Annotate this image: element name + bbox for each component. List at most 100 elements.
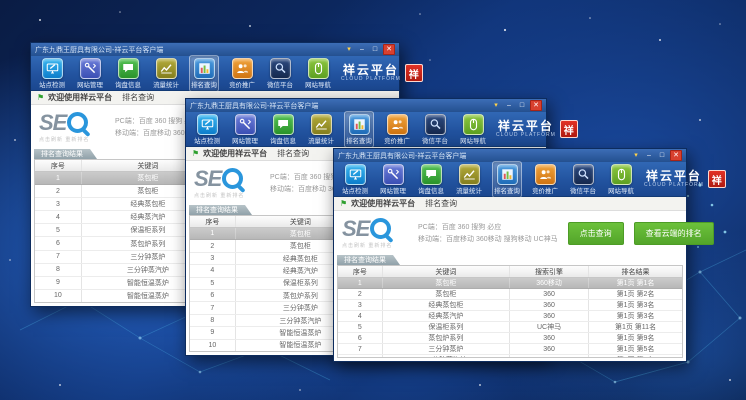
toolbar-item-site-nav[interactable]: 网站导航 bbox=[303, 55, 333, 92]
table-cell-engine: 360移动 bbox=[510, 278, 589, 288]
results-tab[interactable]: 排名查询结果 bbox=[189, 205, 252, 215]
people-icon bbox=[535, 164, 556, 185]
results-tab[interactable]: 排名查询结果 bbox=[34, 149, 97, 159]
skin-button[interactable]: ▾ bbox=[344, 45, 354, 54]
toolbar-item-traffic[interactable]: 流量统计 bbox=[151, 55, 181, 92]
table-row[interactable]: 4经典蒸汽炉360第1页 第3名 bbox=[338, 311, 682, 322]
table-row[interactable]: 1蒸包柜360移动第1页 第1名 bbox=[338, 278, 682, 289]
table-row[interactable]: 7三分钟蒸炉360第1页 第5名 bbox=[338, 344, 682, 355]
maximize-button[interactable]: □ bbox=[657, 151, 667, 160]
seo-logo: SE 点击刷新 重新排名 bbox=[342, 218, 408, 249]
table-row[interactable]: 3经典蒸包柜360第1页 第3名 bbox=[338, 300, 682, 311]
table-cell-index: 7 bbox=[190, 302, 236, 313]
toolbar-item-inquiry[interactable]: 询盘信息 bbox=[416, 161, 446, 198]
results-tab[interactable]: 排名查询结果 bbox=[337, 255, 400, 265]
welcome-bar: ⚑ 欢迎使用祥云平台 排名查询 bbox=[334, 197, 686, 211]
table-cell-keyword: 保温柜系列 bbox=[383, 322, 510, 332]
welcome-text: 欢迎使用祥云平台 bbox=[203, 148, 267, 159]
seo-tagline: 点击刷新 重新排名 bbox=[342, 242, 392, 249]
toolbar-item-rank-query[interactable]: 排名查询 bbox=[492, 161, 522, 198]
skin-button[interactable]: ▾ bbox=[491, 101, 501, 110]
toolbar-item-site-manage[interactable]: 网站管理 bbox=[75, 55, 105, 92]
table-row[interactable]: 5保温柜系列UC神马第1页 第11名 bbox=[338, 322, 682, 333]
table-row[interactable]: 6蒸包炉系列360第1页 第9名 bbox=[338, 333, 682, 344]
toolbar-item-traffic[interactable]: 流量统计 bbox=[454, 161, 484, 198]
table-cell-engine: 360 bbox=[510, 289, 589, 299]
skin-button[interactable]: ▾ bbox=[631, 151, 641, 160]
close-button[interactable]: ✕ bbox=[670, 150, 682, 161]
table-cell-index: 2 bbox=[190, 240, 236, 251]
toolbar-item-wechat-platform[interactable]: 微信平台 bbox=[265, 55, 295, 92]
bar-chart-icon bbox=[194, 58, 215, 79]
window-controls: ▾ – □ ✕ bbox=[344, 44, 395, 55]
brand-seal-icon: 祥 bbox=[560, 120, 578, 138]
chat-bubble-icon bbox=[421, 164, 442, 185]
toolbar-item-traffic[interactable]: 流量统计 bbox=[306, 111, 336, 148]
table-cell-index: 1 bbox=[35, 172, 82, 184]
brand-logo: 祥云平台 CLOUD PLATFORM 祥 bbox=[496, 120, 580, 138]
toolbar-item-label: 网站导航 bbox=[608, 186, 634, 195]
seo-logo-text: SE bbox=[194, 168, 221, 190]
minimize-button[interactable]: – bbox=[644, 151, 654, 160]
table-cell-keyword: 经典蒸包柜 bbox=[383, 300, 510, 310]
minimize-button[interactable]: – bbox=[357, 45, 367, 54]
bar-chart-icon bbox=[349, 114, 370, 135]
toolbar-item-label: 排名查询 bbox=[494, 186, 520, 195]
header-cell-index: 序号 bbox=[190, 216, 236, 227]
maximize-button[interactable]: □ bbox=[370, 45, 380, 54]
table-row[interactable]: 8三分钟蒸汽炉360第1页 第2名 bbox=[338, 355, 682, 358]
toolbar-item-inquiry[interactable]: 询盘信息 bbox=[113, 55, 143, 92]
toolbar-item-label: 网站导航 bbox=[305, 80, 331, 89]
table-cell-keyword: 三分钟蒸炉 bbox=[383, 344, 510, 354]
maximize-button[interactable]: □ bbox=[517, 101, 527, 110]
toolbar-item-label: 询盘信息 bbox=[270, 136, 296, 145]
table-cell-index: 5 bbox=[35, 224, 82, 236]
table-cell-keyword: 蒸包柜 bbox=[383, 278, 510, 288]
toolbar-item-wechat-platform[interactable]: 微信平台 bbox=[568, 161, 598, 198]
close-button[interactable]: ✕ bbox=[383, 44, 395, 55]
brand-seal-icon: 祥 bbox=[708, 170, 726, 188]
toolbar-item-site-check[interactable]: 站点检测 bbox=[340, 161, 370, 198]
table-cell-rank: 第1页 第2名 bbox=[589, 355, 682, 358]
window-title: 广东九鼎王厨具有限公司-祥云平台客户端 bbox=[338, 151, 631, 161]
query-button[interactable]: 点击查询 bbox=[568, 222, 624, 245]
toolbar-item-site-nav[interactable]: 网站导航 bbox=[606, 161, 636, 198]
table-cell-keyword: 蒸包炉系列 bbox=[383, 333, 510, 343]
toolbar-item-bid-promo[interactable]: 竞价推广 bbox=[382, 111, 412, 148]
desktop: 广东九鼎王厨具有限公司-祥云平台客户端 ▾ – □ ✕ 站点检测 网站管理 bbox=[0, 0, 746, 400]
table-cell-keyword: 蒸包柜 bbox=[383, 289, 510, 299]
window-title: 广东九鼎王厨具有限公司-祥云平台客户端 bbox=[190, 101, 491, 111]
toolbar-item-bid-promo[interactable]: 竞价推广 bbox=[227, 55, 257, 92]
cloud-rank-button[interactable]: 查看云端的排名 bbox=[634, 222, 714, 245]
toolbar-item-rank-query[interactable]: 排名查询 bbox=[344, 111, 374, 148]
toolbar-item-label: 网站管理 bbox=[380, 186, 406, 195]
toolbar-item-bid-promo[interactable]: 竞价推广 bbox=[530, 161, 560, 198]
toolbar-item-label: 排名查询 bbox=[346, 136, 372, 145]
seo-logo: SE 点击刷新 重新排名 bbox=[39, 112, 105, 143]
toolbar-item-label: 竞价推广 bbox=[532, 186, 558, 195]
header-cell-index: 序号 bbox=[338, 266, 383, 277]
toolbar-item-label: 站点检测 bbox=[342, 186, 368, 195]
toolbar-item-label: 排名查询 bbox=[191, 80, 217, 89]
toolbar-item-site-nav[interactable]: 网站导航 bbox=[458, 111, 488, 148]
toolbar-item-site-check[interactable]: 站点检测 bbox=[37, 55, 67, 92]
toolbar-item-wechat-platform[interactable]: 微信平台 bbox=[420, 111, 450, 148]
table-cell-index: 1 bbox=[338, 278, 383, 288]
table-cell-rank: 第1页 第5名 bbox=[589, 344, 682, 354]
toolbar-item-rank-query[interactable]: 排名查询 bbox=[189, 55, 219, 92]
table-cell-index: 8 bbox=[35, 264, 82, 276]
table-cell-index: 9 bbox=[35, 277, 82, 289]
toolbar-item-inquiry[interactable]: 询盘信息 bbox=[268, 111, 298, 148]
chat-bubble-icon bbox=[118, 58, 139, 79]
engine-info-pc: PC端：百度 360 搜狗 必应 bbox=[418, 222, 558, 232]
minimize-button[interactable]: – bbox=[504, 101, 514, 110]
toolbar-item-site-check[interactable]: 站点检测 bbox=[192, 111, 222, 148]
seo-header: SE 点击刷新 重新排名 PC端：百度 360 搜狗 必应 移动端：百度移动 3… bbox=[334, 211, 686, 255]
toolbar-item-site-manage[interactable]: 网站管理 bbox=[230, 111, 260, 148]
toolbar-item-label: 网站管理 bbox=[77, 80, 103, 89]
line-chart-icon bbox=[311, 114, 332, 135]
close-button[interactable]: ✕ bbox=[530, 100, 542, 111]
toolbar-item-site-manage[interactable]: 网站管理 bbox=[378, 161, 408, 198]
toolbar-item-label: 网站导航 bbox=[460, 136, 486, 145]
table-row[interactable]: 2蒸包柜360第1页 第2名 bbox=[338, 289, 682, 300]
